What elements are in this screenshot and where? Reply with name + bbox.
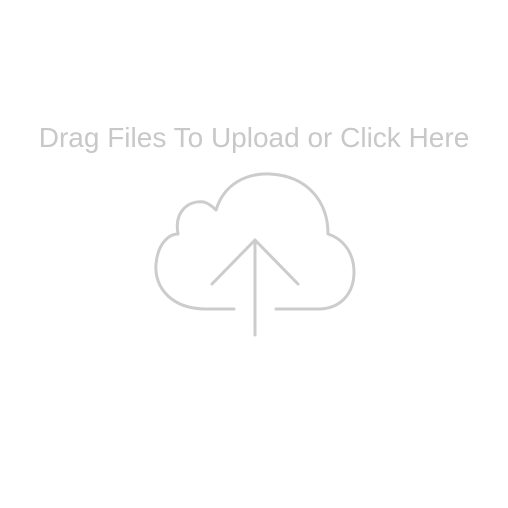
cloud-upload-icon (154, 172, 356, 338)
upload-prompt-text: Drag Files To Upload or Click Here (38, 122, 470, 153)
file-upload-dropzone[interactable]: Drag Files To Upload or Click Here (0, 0, 508, 508)
